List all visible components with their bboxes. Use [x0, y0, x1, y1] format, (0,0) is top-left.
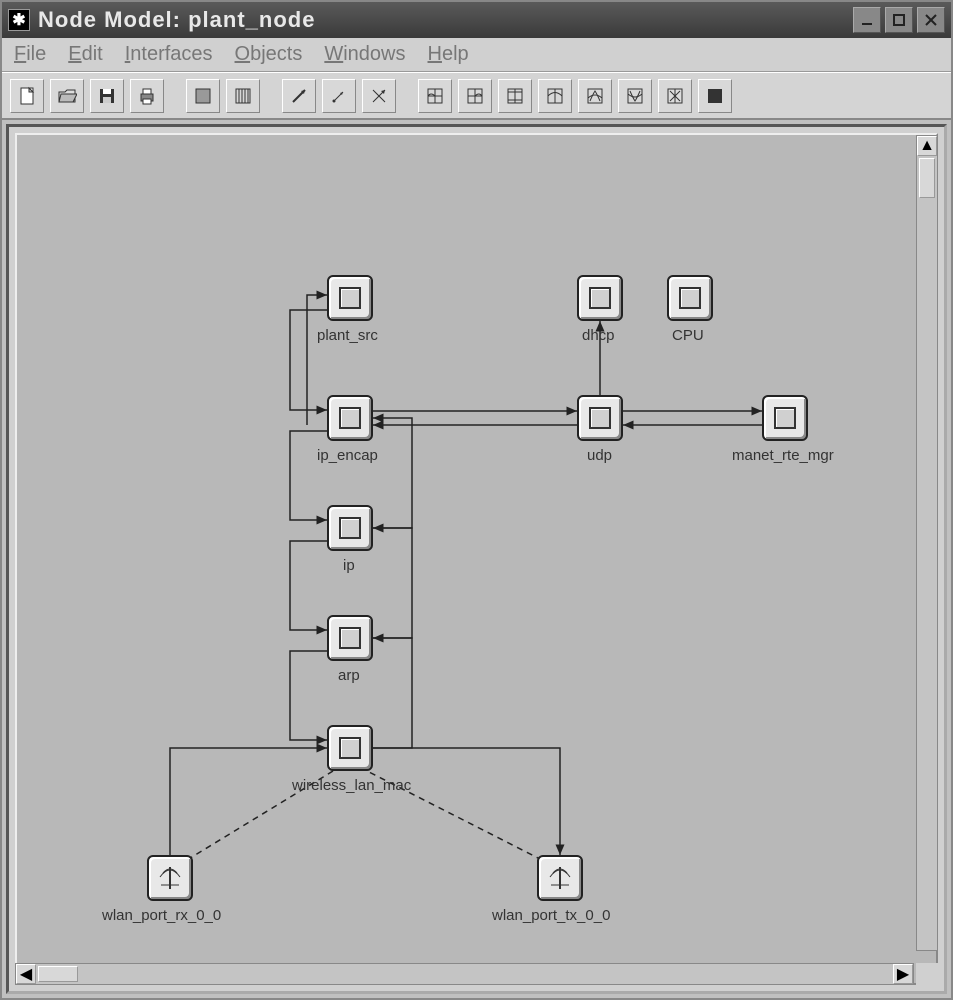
- vertical-scrollbar[interactable]: ▲: [916, 135, 938, 951]
- node-wlan-port-tx[interactable]: [537, 855, 583, 901]
- stat-wire-button[interactable]: [362, 79, 396, 113]
- app-window: ✱ Node Model: plant_node File Edit Inter…: [0, 0, 953, 1000]
- menu-windows[interactable]: Windows: [324, 43, 405, 66]
- horizontal-scroll-thumb[interactable]: [38, 966, 78, 982]
- connection-layer: [17, 135, 937, 975]
- node-plant-src[interactable]: [327, 275, 373, 321]
- label-plant-src: plant_src: [317, 327, 378, 344]
- toolbar: [2, 72, 951, 120]
- app-icon: ✱: [8, 9, 30, 31]
- scroll-up-arrow-icon[interactable]: ▲: [917, 136, 937, 156]
- menu-interfaces[interactable]: Interfaces: [125, 43, 213, 66]
- label-udp: udp: [587, 447, 612, 464]
- window-controls: [853, 7, 945, 33]
- print-button[interactable]: [130, 79, 164, 113]
- scroll-left-arrow-icon[interactable]: ◀: [16, 964, 36, 984]
- menu-help[interactable]: Help: [428, 43, 469, 66]
- label-wlan-port-rx: wlan_port_rx_0_0: [102, 907, 221, 924]
- menu-bar: File Edit Interfaces Objects Windows Hel…: [2, 38, 951, 72]
- tx-module-6-button[interactable]: [618, 79, 652, 113]
- node-ip-encap[interactable]: [327, 395, 373, 441]
- save-button[interactable]: [90, 79, 124, 113]
- processor-module-button[interactable]: [186, 79, 220, 113]
- node-manet-rte-mgr[interactable]: [762, 395, 808, 441]
- window-title: Node Model: plant_node: [38, 7, 853, 33]
- app-icon-glyph: ✱: [12, 10, 25, 30]
- node-dhcp[interactable]: [577, 275, 623, 321]
- tx-module-3-button[interactable]: [498, 79, 532, 113]
- canvas-area: plant_src dhcp CPU ip_encap udp manet_rt…: [6, 124, 947, 994]
- menu-file[interactable]: File: [14, 43, 46, 66]
- node-cpu[interactable]: [667, 275, 713, 321]
- tx-module-2-button[interactable]: [458, 79, 492, 113]
- menu-objects[interactable]: Objects: [235, 43, 303, 66]
- tx-module-1-button[interactable]: [418, 79, 452, 113]
- external-module-button[interactable]: [698, 79, 732, 113]
- node-udp[interactable]: [577, 395, 623, 441]
- maximize-button[interactable]: [885, 7, 913, 33]
- title-bar: ✱ Node Model: plant_node: [2, 2, 951, 38]
- label-wlan-port-tx: wlan_port_tx_0_0: [492, 907, 610, 924]
- label-wireless-lan-mac: wireless_lan_mac: [292, 777, 411, 794]
- open-file-button[interactable]: [50, 79, 84, 113]
- node-ip[interactable]: [327, 505, 373, 551]
- antenna-module-button[interactable]: [658, 79, 692, 113]
- packet-half-stream-button[interactable]: [322, 79, 356, 113]
- node-wlan-port-rx[interactable]: [147, 855, 193, 901]
- diagram-canvas[interactable]: plant_src dhcp CPU ip_encap udp manet_rt…: [15, 133, 938, 985]
- label-cpu: CPU: [672, 327, 704, 344]
- new-file-button[interactable]: [10, 79, 44, 113]
- node-arp[interactable]: [327, 615, 373, 661]
- menu-edit[interactable]: Edit: [68, 43, 102, 66]
- close-button[interactable]: [917, 7, 945, 33]
- tx-module-5-button[interactable]: [578, 79, 612, 113]
- minimize-button[interactable]: [853, 7, 881, 33]
- label-ip: ip: [343, 557, 355, 574]
- label-arp: arp: [338, 667, 360, 684]
- vertical-scroll-thumb[interactable]: [919, 158, 935, 198]
- scroll-corner: [916, 963, 938, 985]
- horizontal-scrollbar[interactable]: ◀ ▶: [15, 963, 914, 985]
- label-dhcp: dhcp: [582, 327, 615, 344]
- label-manet-rte-mgr: manet_rte_mgr: [732, 447, 834, 464]
- scroll-right-arrow-icon[interactable]: ▶: [893, 964, 913, 984]
- packet-stream-button[interactable]: [282, 79, 316, 113]
- node-wireless-lan-mac[interactable]: [327, 725, 373, 771]
- label-ip-encap: ip_encap: [317, 447, 378, 464]
- queue-module-button[interactable]: [226, 79, 260, 113]
- tx-module-4-button[interactable]: [538, 79, 572, 113]
